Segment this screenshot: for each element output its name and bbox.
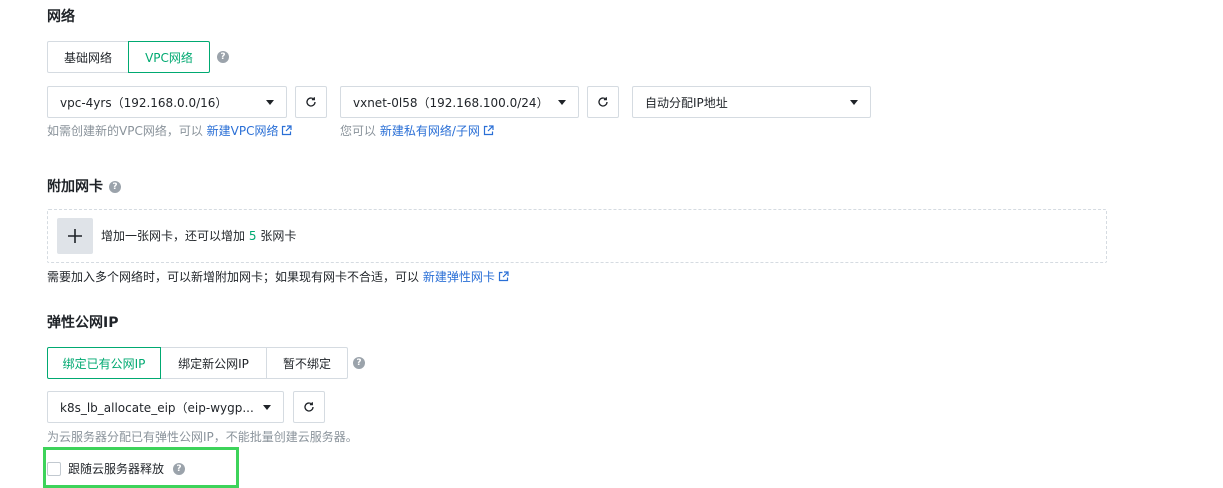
new-vxnet-link-label: 新建私有网络/子网	[379, 124, 480, 138]
new-eni-link-label: 新建弹性网卡	[422, 270, 495, 284]
vxnet-select[interactable]: vxnet-0l58（192.168.100.0/24）	[340, 86, 579, 118]
vpc-hint: 如需创建新的VPC网络，可以 新建VPC网络	[47, 123, 293, 139]
plus-icon	[68, 229, 82, 243]
refresh-eip-button[interactable]	[293, 391, 325, 423]
vxnet-select-value: vxnet-0l58（192.168.100.0/24）	[353, 95, 549, 110]
chevron-down-icon	[263, 404, 271, 410]
vpc-select[interactable]: vpc-4yrs（192.168.0.0/16）	[47, 86, 287, 118]
network-type-tabs: 基础网络 VPC网络	[47, 41, 210, 73]
help-icon[interactable]: ?	[217, 51, 229, 63]
add-nic-text-before: 增加一张网卡，还可以增加	[101, 229, 246, 243]
add-nic-count: 5	[248, 229, 257, 243]
ip-select[interactable]: 自动分配IP地址	[632, 86, 871, 118]
eip-section-title: 弹性公网IP	[47, 315, 119, 331]
release-with-server-label: 跟随云服务器释放	[68, 462, 165, 476]
help-icon[interactable]: ?	[173, 463, 186, 475]
new-vpc-link-label: 新建VPC网络	[206, 124, 279, 138]
add-nic-area: 增加一张网卡，还可以增加 5 张网卡	[47, 209, 1107, 263]
chevron-down-icon	[558, 99, 566, 105]
external-link-icon	[483, 125, 494, 136]
tab-vpc-network[interactable]: VPC网络	[128, 41, 210, 73]
refresh-icon	[598, 97, 608, 107]
new-vxnet-link[interactable]: 新建私有网络/子网	[380, 124, 494, 138]
add-nic-text: 增加一张网卡，还可以增加 5 张网卡	[101, 228, 296, 244]
add-nic-text-after: 张网卡	[260, 229, 297, 243]
refresh-vxnet-button[interactable]	[587, 86, 619, 118]
ip-select-value: 自动分配IP地址	[645, 95, 728, 110]
tab-bind-new-eip[interactable]: 绑定新公网IP	[160, 347, 267, 379]
new-vpc-link[interactable]: 新建VPC网络	[207, 124, 293, 138]
help-icon[interactable]: ?	[353, 357, 365, 369]
eip-select[interactable]: k8s_lb_allocate_eip（eip-wygp...	[47, 391, 284, 423]
vxnet-hint-text: 您可以	[340, 124, 377, 138]
tab-basic-network[interactable]: 基础网络	[47, 41, 129, 73]
eip-select-value: k8s_lb_allocate_eip（eip-wygp...	[60, 400, 254, 415]
vxnet-hint: 您可以 新建私有网络/子网	[340, 123, 494, 139]
help-icon[interactable]: ?	[109, 181, 121, 193]
release-with-server-option[interactable]: 跟随云服务器释放 ?	[47, 461, 186, 477]
refresh-vpc-button[interactable]	[295, 86, 327, 118]
chevron-down-icon	[266, 99, 274, 105]
eip-hint: 为云服务器分配已有弹性公网IP，不能批量创建云服务器。	[47, 430, 358, 444]
external-link-icon	[282, 125, 293, 136]
new-eni-link[interactable]: 新建弹性网卡	[423, 270, 509, 284]
nic-hint-text: 需要加入多个网络时，可以新增附加网卡；如果现有网卡不合适，可以	[47, 270, 420, 284]
release-with-server-checkbox[interactable]	[47, 462, 61, 476]
nic-hint: 需要加入多个网络时，可以新增附加网卡；如果现有网卡不合适，可以 新建弹性网卡	[47, 269, 509, 285]
chevron-down-icon	[850, 99, 858, 105]
external-link-icon	[498, 271, 509, 282]
refresh-icon	[304, 402, 314, 412]
add-nic-button[interactable]	[57, 218, 93, 254]
vpc-select-value: vpc-4yrs（192.168.0.0/16）	[60, 95, 228, 110]
network-section-title: 网络	[47, 9, 75, 25]
tab-bind-existing-eip[interactable]: 绑定已有公网IP	[47, 347, 161, 379]
nic-section-title: 附加网卡	[47, 179, 103, 195]
vpc-hint-text: 如需创建新的VPC网络，可以	[47, 124, 203, 138]
refresh-icon	[306, 97, 316, 107]
eip-bind-tabs: 绑定已有公网IP 绑定新公网IP 暂不绑定	[47, 347, 348, 379]
nic-section-header: 附加网卡 ?	[47, 177, 121, 197]
tab-no-bind[interactable]: 暂不绑定	[266, 347, 348, 379]
